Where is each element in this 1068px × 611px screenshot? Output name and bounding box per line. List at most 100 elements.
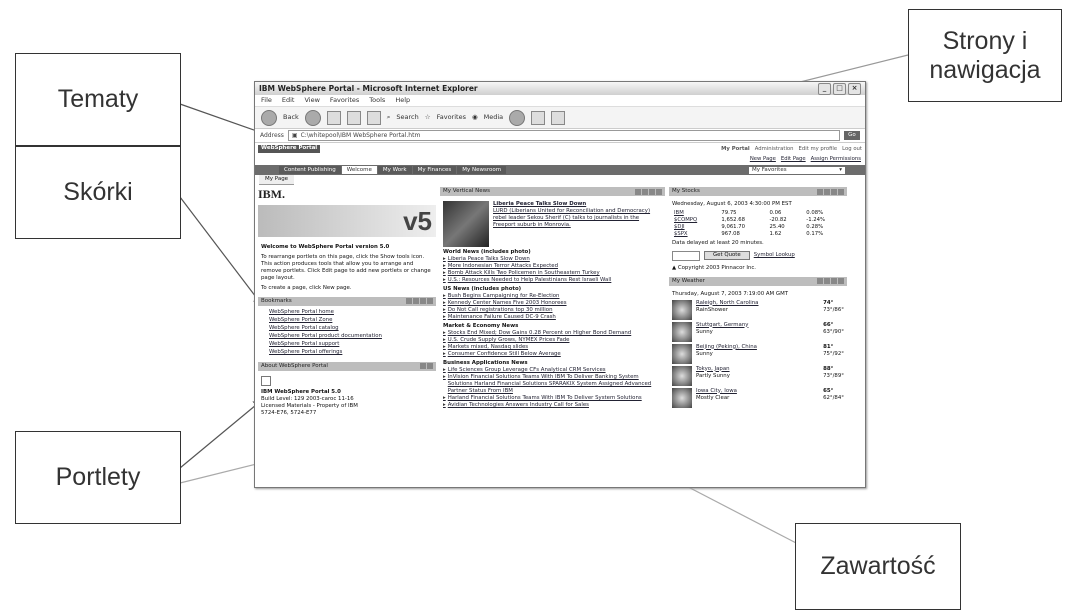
weather-city[interactable]: Beijing (Peking), China [696,344,819,351]
help-icon[interactable] [413,298,419,305]
edit-icon[interactable] [635,188,641,195]
stock-symbol[interactable]: $DJI [672,224,719,231]
link-edit-profile[interactable]: Edit my profile [799,146,838,153]
back-icon[interactable] [261,109,277,126]
print-icon[interactable] [551,110,566,125]
help-icon[interactable] [824,188,830,195]
stock-symbol[interactable]: IBM [672,210,719,217]
weather-row: Stuttgart, Germany Sunny 66° 63°/90° [672,321,844,342]
minimize-icon[interactable]: _ [818,82,831,95]
stop-icon[interactable] [326,110,341,125]
weather-now: 88° [823,365,834,372]
minimize-icon[interactable] [420,363,426,370]
news-item[interactable]: InVision Financial Solutions Teams With … [443,374,662,395]
tab-my-finances[interactable]: My Finances [412,166,457,174]
symbol-lookup-link[interactable]: Symbol Lookup [754,252,795,259]
news-item[interactable]: Bush Begins Campaigning for Re-Election [443,293,662,300]
link-my-portal[interactable]: My Portal [721,146,750,153]
weather-condition: Sunny [696,328,713,335]
menu-favorites[interactable]: Favorites [330,96,359,104]
news-item[interactable]: Markets mixed, Nasdaq slides [443,344,662,351]
news-item[interactable]: More Indonesian Terror Attacks Expected [443,263,662,270]
link-new-page[interactable]: New Page [750,156,776,164]
forward-icon[interactable] [304,109,321,126]
link-log-out[interactable]: Log out [842,146,862,153]
maximize-icon[interactable] [427,298,433,305]
minimize-icon[interactable] [649,188,655,195]
go-button[interactable]: Go [844,131,860,140]
history-icon[interactable] [509,109,526,126]
stock-price: 1,652.68 [721,216,745,223]
news-item[interactable]: Liberia Peace Talks Slow Down [443,256,662,263]
maximize-icon[interactable] [427,363,433,370]
news-item[interactable]: Stocks End Mixed; Dow Gains 0.28 Percent… [443,330,662,337]
bookmark-link[interactable]: WebSphere Portal home [269,309,433,316]
weather-city[interactable]: Raleigh, North Carolina [696,300,819,307]
refresh-icon[interactable] [346,110,361,125]
mail-icon[interactable] [531,110,546,125]
search-button[interactable]: Search [396,113,418,121]
maximize-icon[interactable]: □ [833,82,846,95]
menu-edit[interactable]: Edit [282,96,295,104]
media-button[interactable]: Media [484,113,504,121]
news-item[interactable]: Kennedy Center Names Five 2003 Honorees [443,300,662,307]
back-button[interactable]: Back [283,113,299,121]
favorites-icon[interactable]: ☆ [425,113,431,121]
link-administration[interactable]: Administration [755,146,794,153]
bookmark-link[interactable]: WebSphere Portal product documentation [269,333,433,340]
minimize-icon[interactable] [831,188,837,195]
news-item[interactable]: Harland Financial Solutions Teams With I… [443,395,662,402]
about-portlet: About WebSphere Portal IBM WebSphere Por… [258,361,436,419]
stock-symbol[interactable]: $SPX [672,231,719,238]
link-assign-permissions[interactable]: Assign Permissions [811,156,861,164]
favorites-select[interactable]: My Favorites ▾ [749,166,845,174]
news-item[interactable]: Maintenance Failure Caused DC-9 Crash [443,314,662,321]
media-icon[interactable]: ◉ [472,113,478,121]
menu-help[interactable]: Help [395,96,410,104]
arrow-portlety [179,399,263,469]
address-input[interactable]: ▣ C:\whitepool\IBM WebSphere Portal.htm [287,130,840,141]
help-icon[interactable] [642,188,648,195]
favorites-button[interactable]: Favorites [437,113,466,121]
minimize-icon[interactable] [831,278,837,285]
weather-city[interactable]: Tokyo, Japan [696,366,819,373]
maximize-icon[interactable] [838,188,844,195]
bookmark-link[interactable]: WebSphere Portal support [269,341,433,348]
quote-input[interactable] [672,250,700,261]
bookmark-link[interactable]: WebSphere Portal offerings [269,349,433,356]
minimize-icon[interactable] [420,298,426,305]
menu-tools[interactable]: Tools [369,96,385,104]
maximize-icon[interactable] [838,278,844,285]
search-icon[interactable]: ⌕ [387,113,391,121]
edit-icon[interactable] [406,298,412,305]
menu-file[interactable]: File [261,96,272,104]
weather-condition: Sunny [696,350,713,357]
news-item[interactable]: Do Not Call registrations top 30 million [443,307,662,314]
get-quote-button[interactable]: Get Quote [704,251,750,261]
bookmark-link[interactable]: WebSphere Portal Zone [269,317,433,324]
news-item[interactable]: Bomb Attack Kills Two Policemen in South… [443,270,662,277]
tab-my-page[interactable]: My Page [259,175,295,185]
weather-city[interactable]: Stuttgart, Germany [696,322,819,329]
news-item[interactable]: Life Sciences Group Leverage CFs Analyti… [443,367,662,374]
bookmark-link[interactable]: WebSphere Portal catalog [269,325,433,332]
news-item[interactable]: Consumer Confidence Still Below Average [443,351,662,358]
weather-city[interactable]: Iowa City, Iowa [696,388,819,395]
news-item[interactable]: Avidian Technologies Answers Industry Ca… [443,402,662,409]
menu-view[interactable]: View [304,96,319,104]
link-edit-page[interactable]: Edit Page [781,156,806,164]
edit-icon[interactable] [817,278,823,285]
tab-welcome[interactable]: Welcome [341,166,377,174]
maximize-icon[interactable] [656,188,662,195]
tab-my-work[interactable]: My Work [377,166,412,174]
home-icon[interactable] [366,110,381,125]
stock-symbol[interactable]: $COMPQ [672,217,719,224]
news-item[interactable]: U.S. Crude Supply Grows, NYMEX Prices Fa… [443,337,662,344]
tab-my-newsroom[interactable]: My Newsroom [457,166,507,174]
help-icon[interactable] [824,278,830,285]
close-icon[interactable]: × [848,82,861,95]
news-item[interactable]: U.S.: Resources Needed to Help Palestini… [443,277,662,284]
edit-icon[interactable] [817,188,823,195]
about-build: Build Level: 129 2003-caroc 11-16 [261,395,354,402]
tab-content-publishing[interactable]: Content Publishing [279,166,341,174]
